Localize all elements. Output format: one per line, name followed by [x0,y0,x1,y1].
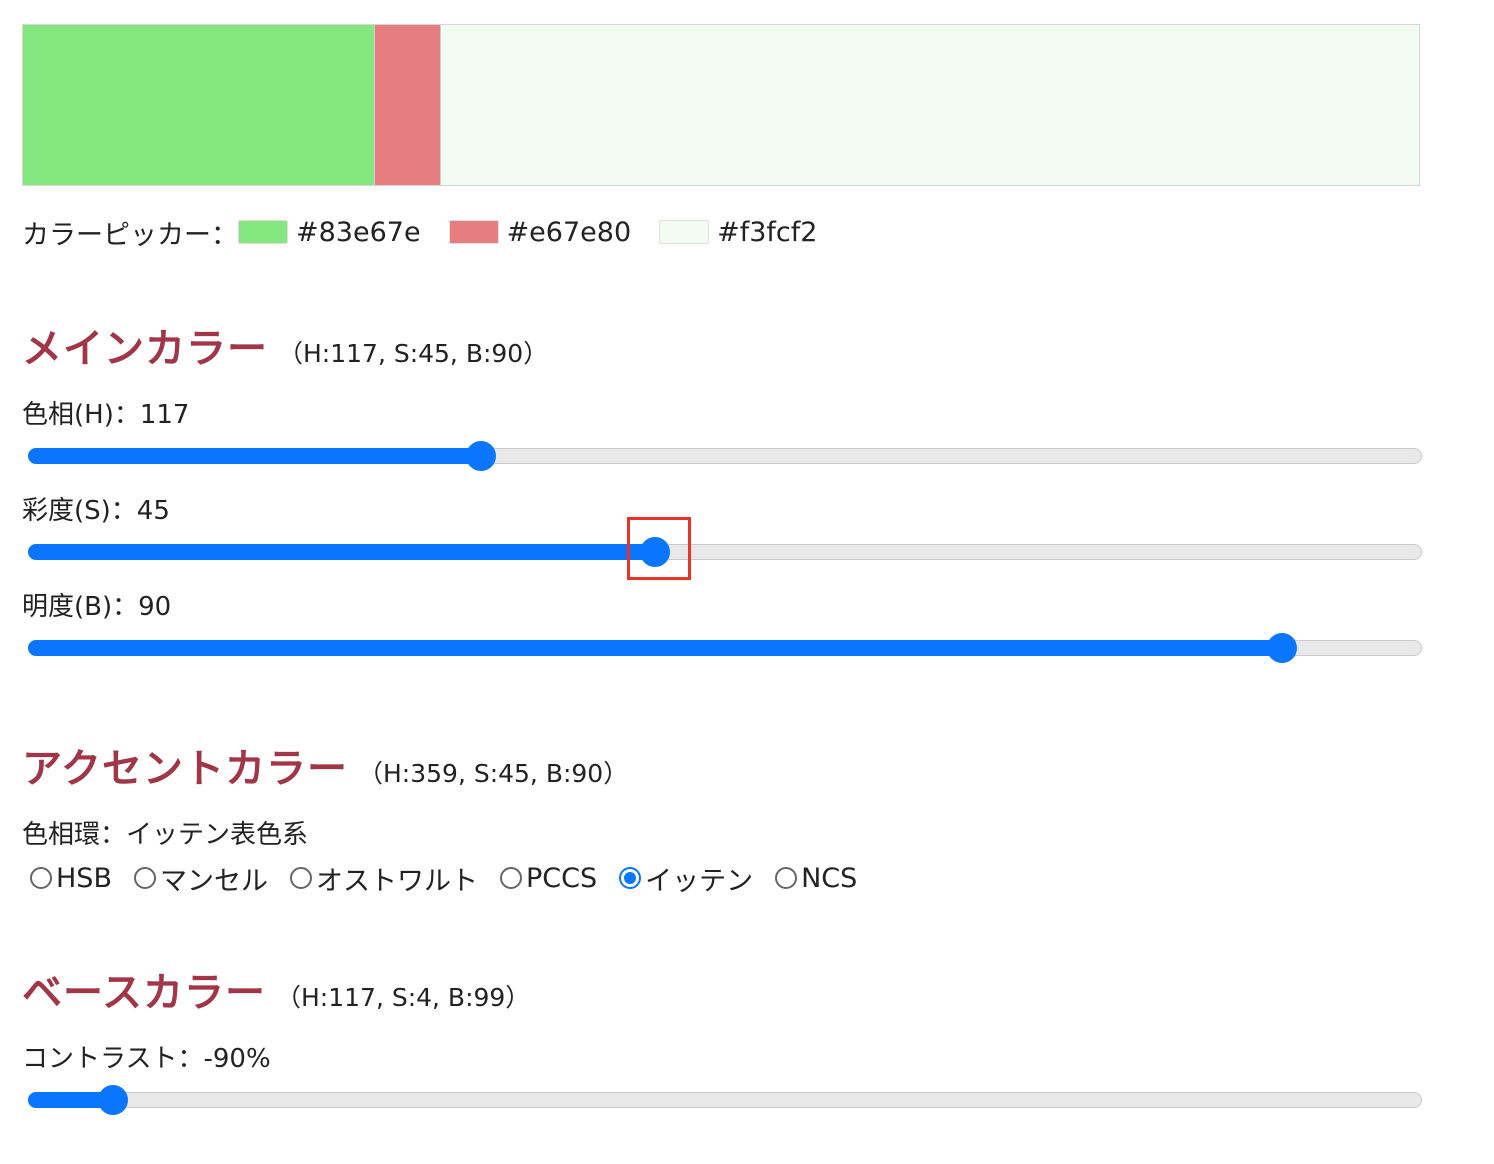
brightness-slider-thumb[interactable] [1266,633,1297,663]
base-color-heading: ベースカラー （H:117, S:4, B:99） [22,960,530,1018]
accent-color-swatch[interactable] [448,220,499,244]
hue-slider-fill [28,448,481,464]
radio-munsell-label: マンセル [159,865,268,897]
accent-color-title: アクセントカラー [22,746,348,792]
radio-ncs-label: NCS [801,862,858,894]
hue-slider[interactable] [28,441,1422,471]
accent-color-hex: #e67e80 [506,216,632,248]
picker-accent[interactable]: #e67e80 [448,216,632,248]
base-color-title: ベースカラー [22,970,266,1016]
contrast-slider[interactable] [28,1085,1422,1115]
contrast-label: コントラスト：-90% [22,1044,271,1074]
main-color-hex: #83e67e [296,216,421,248]
radio-ostwald-circle[interactable] [289,867,312,889]
accent-color-preview [375,25,441,185]
radio-hsb[interactable]: HSB [30,863,112,894]
hue-slider-thumb[interactable] [466,441,497,471]
color-wheel-options: HSB マンセル オストワルト PCCS イッテン NCS [30,858,879,898]
brightness-slider-fill [28,640,1281,656]
radio-ostwald-label: オストワルト [315,865,478,897]
picker-main[interactable]: #83e67e [238,217,421,248]
radio-itten-circle[interactable] [619,867,642,889]
radio-ostwald[interactable]: オストワルト [289,859,478,898]
saturation-slider-fill [28,544,655,560]
base-color-preview [441,25,1419,185]
radio-hsb-label: HSB [56,862,112,894]
color-picker-row: カラーピッカー： #83e67e #e67e80 #f3fcf2 [22,212,845,252]
accent-color-hsb: （H:359, S:45, B:90） [358,759,629,788]
main-color-heading: メインカラー （H:117, S:45, B:90） [22,316,548,374]
radio-pccs-circle[interactable] [499,867,522,889]
color-wheel-label: 色相環：イッテン表色系 [22,820,309,850]
radio-itten-label: イッテン [645,865,754,897]
contrast-slider-thumb[interactable] [97,1085,128,1115]
radio-ncs[interactable]: NCS [775,863,857,894]
base-color-hsb: （H:117, S:4, B:99） [276,983,531,1012]
radio-pccs-label: PCCS [525,862,598,894]
hue-label: 色相(H)：117 [22,400,190,430]
radio-ncs-circle[interactable] [775,867,798,889]
main-color-swatch[interactable] [238,220,288,244]
brightness-slider[interactable] [28,633,1422,663]
base-color-swatch[interactable] [659,220,710,244]
radio-pccs[interactable]: PCCS [499,862,598,894]
radio-itten[interactable]: イッテン [619,859,753,898]
radio-munsell[interactable]: マンセル [133,859,268,898]
brightness-label: 明度(B)：90 [22,592,172,622]
picker-base[interactable]: #f3fcf2 [659,217,817,248]
radio-hsb-circle[interactable] [30,867,52,889]
saturation-label: 彩度(S)：45 [22,496,170,526]
main-color-title: メインカラー [22,326,268,372]
main-color-preview [23,25,375,185]
color-picker-label: カラーピッカー： [22,219,238,251]
main-color-hsb: （H:117, S:45, B:90） [278,339,549,368]
accent-color-heading: アクセントカラー （H:359, S:45, B:90） [22,736,628,794]
radio-munsell-circle[interactable] [133,867,156,889]
base-color-hex: #f3fcf2 [717,216,818,248]
color-preview-bar [22,24,1420,186]
saturation-thumb-highlight [627,517,691,580]
saturation-slider[interactable] [28,537,1422,567]
